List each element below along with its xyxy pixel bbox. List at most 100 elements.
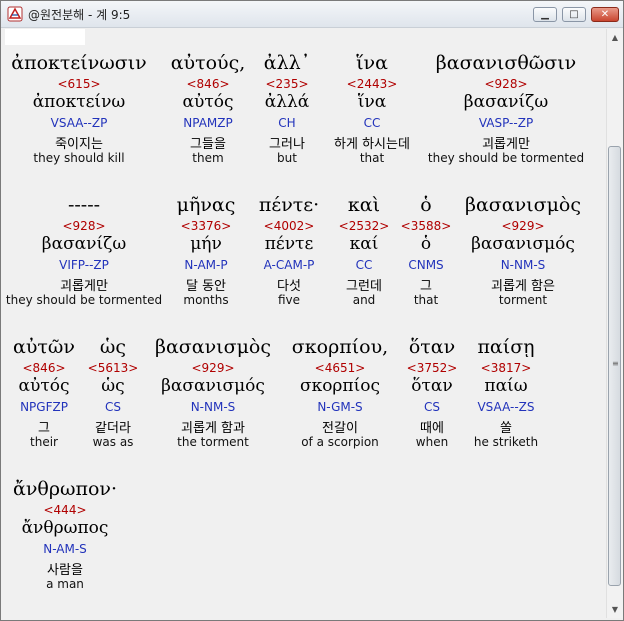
scroll-up-arrow-icon[interactable]: ▲ bbox=[608, 30, 622, 44]
strong-number[interactable]: <3752> bbox=[407, 361, 458, 375]
strong-number[interactable]: <929> bbox=[191, 361, 234, 375]
lemma: σκορπίος bbox=[299, 376, 381, 396]
greek-word: ἀποκτείνωσιν bbox=[11, 52, 147, 74]
english-gloss: of a scorpion bbox=[301, 435, 379, 449]
app-window: @원전분해 - 계 9:5 ▁ □ ✕ ἀποκτείνωσιν <615> ἀ… bbox=[0, 0, 624, 621]
strong-number[interactable]: <444> bbox=[43, 503, 86, 517]
parsing-code: CNMS bbox=[408, 258, 444, 272]
korean-gloss: 괴롭게 함은 bbox=[491, 279, 555, 294]
lemma: πέντε bbox=[264, 234, 314, 254]
korean-gloss: 쏠 bbox=[500, 421, 512, 436]
strong-number[interactable]: <4651> bbox=[315, 361, 366, 375]
english-gloss: they should be tormented bbox=[427, 151, 585, 165]
english-gloss: that bbox=[359, 151, 385, 165]
parsing-code: A-CAM-P bbox=[263, 258, 315, 272]
greek-word: ἀλλ᾽ bbox=[263, 52, 311, 74]
lemma: ὅταν bbox=[411, 376, 453, 396]
strong-number[interactable]: <928> bbox=[62, 219, 105, 233]
strong-number[interactable]: <2532> bbox=[339, 219, 390, 233]
strong-number[interactable]: <2443> bbox=[347, 77, 398, 91]
lemma: καί bbox=[349, 234, 379, 254]
scrollbar-thumb[interactable]: ≡ bbox=[608, 146, 621, 586]
strong-number[interactable]: <928> bbox=[484, 77, 527, 91]
parsing-code: VIFP--ZP bbox=[59, 258, 109, 272]
korean-gloss: 괴롭게 함과 bbox=[181, 421, 245, 436]
window-title: @원전분해 - 계 9:5 bbox=[28, 8, 131, 22]
lemma: παίω bbox=[484, 376, 528, 396]
english-gloss: a man bbox=[46, 577, 84, 591]
english-gloss: and bbox=[352, 293, 376, 307]
strong-number[interactable]: <4002> bbox=[264, 219, 315, 233]
strong-number[interactable]: <846> bbox=[22, 361, 65, 375]
korean-gloss: 그러나 bbox=[269, 137, 305, 152]
greek-word: βασανισμὸς bbox=[464, 194, 582, 216]
lemma: ἀλλά bbox=[264, 92, 310, 112]
parsing-code: CC bbox=[363, 116, 381, 130]
english-gloss: he striketh bbox=[473, 435, 539, 449]
parsing-code: N-AM-P bbox=[184, 258, 228, 272]
english-gloss: they should be tormented bbox=[5, 293, 163, 307]
english-gloss: torment bbox=[498, 293, 548, 307]
greek-word: ὅταν bbox=[408, 336, 456, 358]
vertical-scrollbar[interactable]: ▲ ≡ ▼ bbox=[606, 29, 623, 618]
korean-gloss: 죽이지는 bbox=[55, 137, 103, 152]
lemma: αὐτός bbox=[182, 92, 234, 112]
strong-number[interactable]: <615> bbox=[57, 77, 100, 91]
korean-gloss: 전갈이 bbox=[322, 421, 358, 436]
scroll-down-arrow-icon[interactable]: ▼ bbox=[608, 602, 622, 616]
english-gloss: was as bbox=[92, 435, 134, 449]
parsing-code: NPAMZP bbox=[183, 116, 233, 130]
korean-gloss: 다섯 bbox=[277, 279, 301, 294]
analysis-pane: ἀποκτείνωσιν <615> ἀποκτείνω VSAA--ZP 죽이… bbox=[3, 29, 605, 618]
korean-gloss: 때에 bbox=[420, 421, 444, 436]
parsing-code: N-NM-S bbox=[190, 400, 236, 414]
strong-number[interactable]: <3817> bbox=[481, 361, 532, 375]
lemma: αὐτός bbox=[18, 376, 70, 396]
lemma: ὁ bbox=[420, 234, 432, 254]
english-gloss: five bbox=[277, 293, 301, 307]
title-bar[interactable]: @원전분해 - 계 9:5 ▁ □ ✕ bbox=[1, 1, 623, 28]
greek-word: αὐτούς, bbox=[170, 52, 246, 74]
korean-gloss: 괴롭게만 bbox=[60, 279, 108, 294]
greek-word: ἵνα bbox=[356, 52, 388, 74]
lemma: ὡς bbox=[101, 376, 125, 396]
english-gloss: them bbox=[192, 151, 224, 165]
english-gloss: their bbox=[30, 435, 58, 449]
korean-gloss: 그들을 bbox=[190, 137, 226, 152]
greek-word: ὁ bbox=[420, 194, 432, 216]
korean-gloss: 하게 하시는데 bbox=[334, 137, 410, 152]
english-gloss: they should kill bbox=[33, 151, 125, 165]
english-gloss: that bbox=[413, 293, 439, 307]
parsing-code: VSAA--ZS bbox=[477, 400, 535, 414]
lemma: ἵνα bbox=[357, 92, 387, 112]
greek-word: σκορπίου, bbox=[291, 336, 389, 358]
english-gloss: when bbox=[415, 435, 449, 449]
maximize-icon: □ bbox=[569, 9, 579, 20]
parsing-code: CS bbox=[424, 400, 440, 414]
parsing-code: N-AM-S bbox=[43, 542, 87, 556]
lemma: βασανισμός bbox=[161, 376, 265, 396]
lemma: ἀποκτείνω bbox=[32, 92, 126, 112]
parsing-code: CC bbox=[355, 258, 373, 272]
strong-number[interactable]: <235> bbox=[265, 77, 308, 91]
close-button[interactable]: ✕ bbox=[591, 7, 619, 22]
strong-number[interactable]: <3376> bbox=[181, 219, 232, 233]
greek-word: ὡς bbox=[99, 336, 127, 358]
selection-highlight bbox=[5, 29, 85, 45]
lemma: βασανίζω bbox=[463, 92, 549, 112]
strong-number[interactable]: <846> bbox=[186, 77, 229, 91]
greek-word: αὐτῶν bbox=[13, 336, 75, 358]
strong-number[interactable]: <5613> bbox=[88, 361, 139, 375]
korean-gloss: 그런데 bbox=[346, 279, 382, 294]
lemma: ἄνθρωπος bbox=[21, 518, 109, 538]
parsing-code: N-NM-S bbox=[500, 258, 546, 272]
lemma: βασανισμός bbox=[471, 234, 575, 254]
parsing-code: CH bbox=[278, 116, 296, 130]
maximize-button[interactable]: □ bbox=[562, 7, 586, 22]
minimize-button[interactable]: ▁ bbox=[533, 7, 557, 22]
strong-number[interactable]: <3588> bbox=[401, 219, 452, 233]
parsing-code: VSAA--ZP bbox=[50, 116, 108, 130]
strong-number[interactable]: <929> bbox=[501, 219, 544, 233]
parsing-code: NPGFZP bbox=[20, 400, 68, 414]
english-gloss: but bbox=[277, 151, 297, 165]
